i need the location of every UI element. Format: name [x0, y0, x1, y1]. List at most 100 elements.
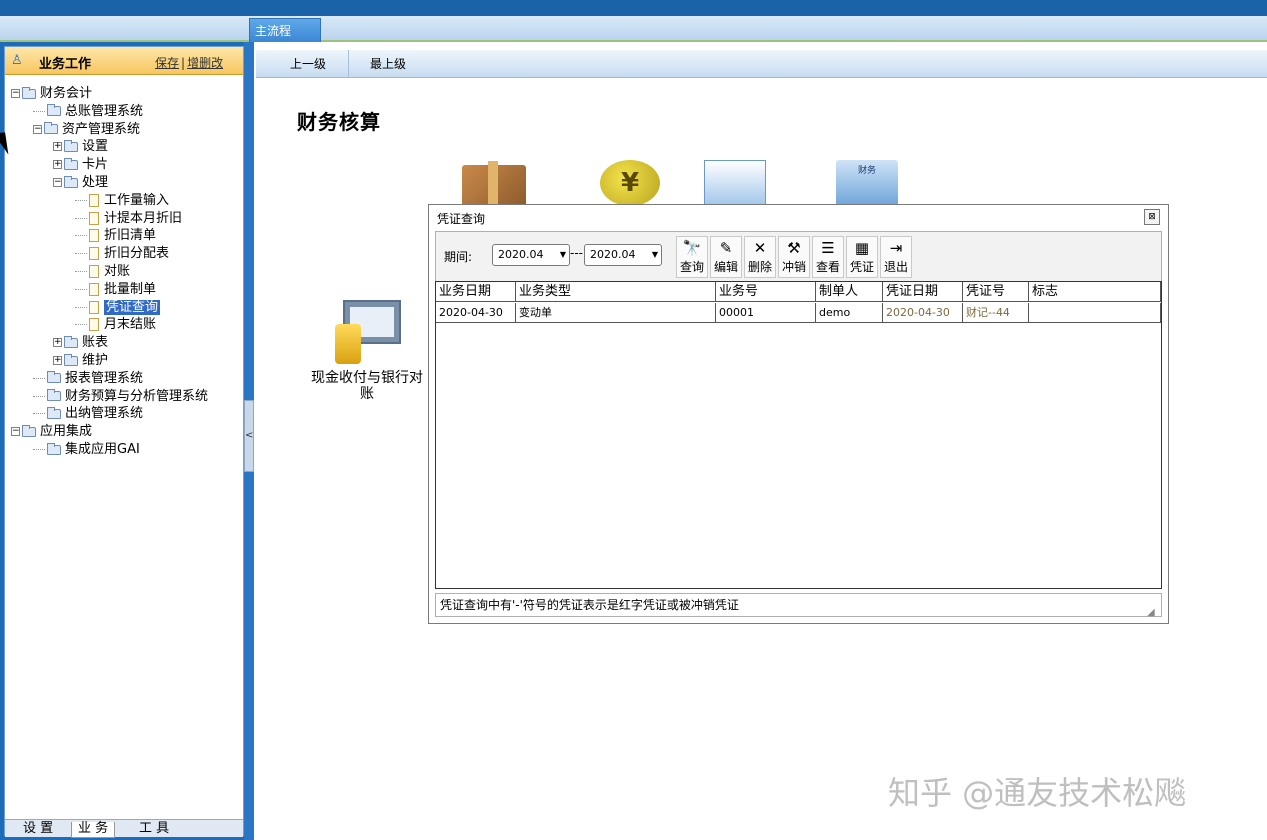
resize-grip-icon[interactable]: ◢ — [1147, 602, 1159, 618]
tree-node[interactable]: 出纳管理系统 — [33, 405, 143, 422]
toolbar-button[interactable]: ✎ 编辑 — [710, 236, 742, 278]
panel-title: 业务工作 — [39, 57, 92, 72]
tree-node-label: 处理 — [82, 175, 109, 190]
save-link[interactable]: 保存 — [155, 56, 179, 70]
tree-node[interactable]: − 财务会计 — [11, 85, 92, 102]
column-header[interactable]: 制单人 — [816, 282, 883, 302]
tree-node-label: 月末结账 — [104, 317, 157, 333]
table-cell: 财记--44 — [963, 303, 1029, 323]
folder-icon — [47, 104, 61, 117]
column-header[interactable]: 业务号 — [716, 282, 816, 302]
tree-node[interactable]: + 账表 — [53, 334, 108, 351]
tree-node[interactable]: 财务预算与分析管理系统 — [33, 388, 208, 405]
tree-node[interactable]: 折旧清单 — [75, 227, 156, 244]
period-label: 期间: — [444, 250, 473, 264]
money-icon[interactable]: ¥ — [600, 160, 660, 206]
voucher-query-dialog: 凭证查询 ⊠ 期间: 2020.04 ▼ --- 2020.04 ▼ 🔭 查询 ✎ 编… — [428, 204, 1169, 624]
toolbar-button-label: 冲销 — [781, 260, 806, 274]
hammer-icon: ⚒ — [787, 239, 801, 257]
report-icon[interactable] — [704, 160, 766, 208]
document-icon — [89, 318, 99, 332]
table-row[interactable]: 2020-04-30 变动单 00001 demo 2020-04-30 财记--44 — [436, 303, 1161, 323]
collapse-icon[interactable]: − — [33, 124, 42, 134]
finance-folder-icon[interactable]: 财务 — [836, 160, 898, 208]
collapse-icon[interactable]: − — [11, 427, 20, 437]
tree-node-label: 工作量输入 — [104, 192, 170, 208]
tree-node[interactable]: + 卡片 — [53, 156, 108, 173]
collapse-icon[interactable]: − — [53, 178, 62, 187]
tree-line — [75, 217, 87, 219]
column-header[interactable]: 标志 — [1029, 282, 1161, 302]
toolbar-button[interactable]: 🔭 查询 — [676, 236, 708, 278]
table-cell: demo — [816, 303, 883, 323]
folder-icon — [64, 157, 78, 170]
tree-node[interactable]: 集成应用GAI — [33, 441, 140, 458]
tree-node[interactable]: 折旧分配表 — [75, 245, 169, 262]
tab-settings[interactable]: 设 置 — [17, 822, 59, 838]
toolbar-button[interactable]: ☰ 查看 — [812, 236, 844, 278]
status-text: 凭证查询中有'-'符号的凭证表示是红字凭证或被冲销凭证 — [440, 598, 739, 612]
tree-node[interactable]: 对账 — [75, 263, 130, 280]
expand-icon[interactable]: + — [53, 160, 62, 170]
tree-node[interactable]: 总账管理系统 — [33, 103, 143, 120]
toolbar-button[interactable]: ▦ 凭证 — [846, 236, 878, 278]
tree-line — [33, 449, 45, 450]
bottom-tabs: 设 置 业 务 工 具 — [5, 819, 243, 838]
tree-node[interactable]: − 资产管理系统 — [33, 121, 140, 138]
expand-icon[interactable]: + — [53, 338, 62, 348]
top-level-button[interactable]: 最上级 — [362, 55, 414, 73]
table-cell: 00001 — [716, 303, 816, 323]
tab-business[interactable]: 业 务 — [71, 822, 116, 838]
column-header[interactable]: 业务日期 — [436, 282, 516, 302]
folder-icon — [47, 406, 61, 419]
toolbar-button[interactable]: ⚒ 冲销 — [778, 236, 810, 278]
tab-tools[interactable]: 工 具 — [133, 822, 175, 838]
asset-box-icon[interactable] — [462, 161, 526, 211]
tree-node[interactable]: + 维护 — [53, 352, 108, 369]
tree-node[interactable]: 批量制单 — [75, 281, 156, 298]
exit-button[interactable]: ⇥ 退出 — [880, 236, 912, 278]
folder-icon — [44, 122, 58, 135]
toolbar-button[interactable]: ✕ 删除 — [744, 236, 776, 278]
status-bar: 凭证查询中有'-'符号的凭证表示是红字凭证或被冲销凭证 ◢ — [435, 593, 1162, 618]
column-header[interactable]: 凭证日期 — [883, 282, 963, 302]
dialog-title: 凭证查询 — [437, 212, 486, 226]
tree-node[interactable]: 凭证查询 — [75, 299, 161, 316]
tree-node[interactable]: 月末结账 — [75, 316, 156, 333]
period-from-value: 2020.04 — [498, 248, 544, 261]
collapse-icon[interactable]: − — [11, 89, 20, 98]
expand-icon[interactable]: + — [53, 356, 62, 365]
tree-node[interactable]: − 处理 — [53, 174, 108, 191]
tree-node[interactable]: 报表管理系统 — [33, 370, 143, 387]
document-icon — [89, 265, 99, 278]
nav-bar: 上一级 最上级 — [256, 50, 1267, 78]
cash-bank-icon[interactable] — [335, 300, 401, 366]
folder-icon — [22, 86, 36, 99]
table-cell: 2020-04-30 — [436, 303, 516, 323]
tree-line — [33, 377, 45, 379]
left-panel: ♙ 业务工作 保存 | 增删改 − 财务会计 总账管理系统 − 资产管理系统 + 设置 + 卡片 − 处… — [0, 42, 248, 840]
edit-link[interactable]: 增删改 — [187, 56, 223, 70]
up-one-level-button[interactable]: 上一级 — [282, 55, 334, 73]
toolbar-button-label: 删除 — [747, 260, 772, 274]
coins-icon — [335, 324, 361, 364]
document-icon — [89, 229, 99, 243]
toolbar-button-label: 查看 — [815, 260, 840, 274]
tree-node[interactable]: − 应用集成 — [11, 423, 92, 440]
tree-node[interactable]: 计提本月折旧 — [75, 210, 182, 227]
tree-line — [75, 271, 87, 272]
tree-node-label: 报表管理系统 — [65, 370, 144, 386]
column-header[interactable]: 凭证号 — [963, 282, 1029, 302]
cash-bank-label[interactable]: 现金收付与银行对账 — [308, 370, 426, 402]
column-header[interactable]: 业务类型 — [516, 282, 716, 302]
collapse-panel-button[interactable]: < — [244, 400, 254, 472]
tree-node[interactable]: 工作量输入 — [75, 192, 169, 209]
table-cell: 变动单 — [516, 303, 716, 323]
exit-icon: ⇥ — [889, 239, 903, 257]
tree-node[interactable]: + 设置 — [53, 138, 108, 155]
expand-icon[interactable]: + — [53, 142, 62, 152]
period-from-select[interactable]: 2020.04 ▼ — [492, 244, 570, 266]
close-icon[interactable]: ⊠ — [1144, 209, 1160, 225]
period-to-select[interactable]: 2020.04 ▼ — [584, 244, 662, 266]
tab-main-process[interactable]: 主流程 — [249, 18, 321, 42]
